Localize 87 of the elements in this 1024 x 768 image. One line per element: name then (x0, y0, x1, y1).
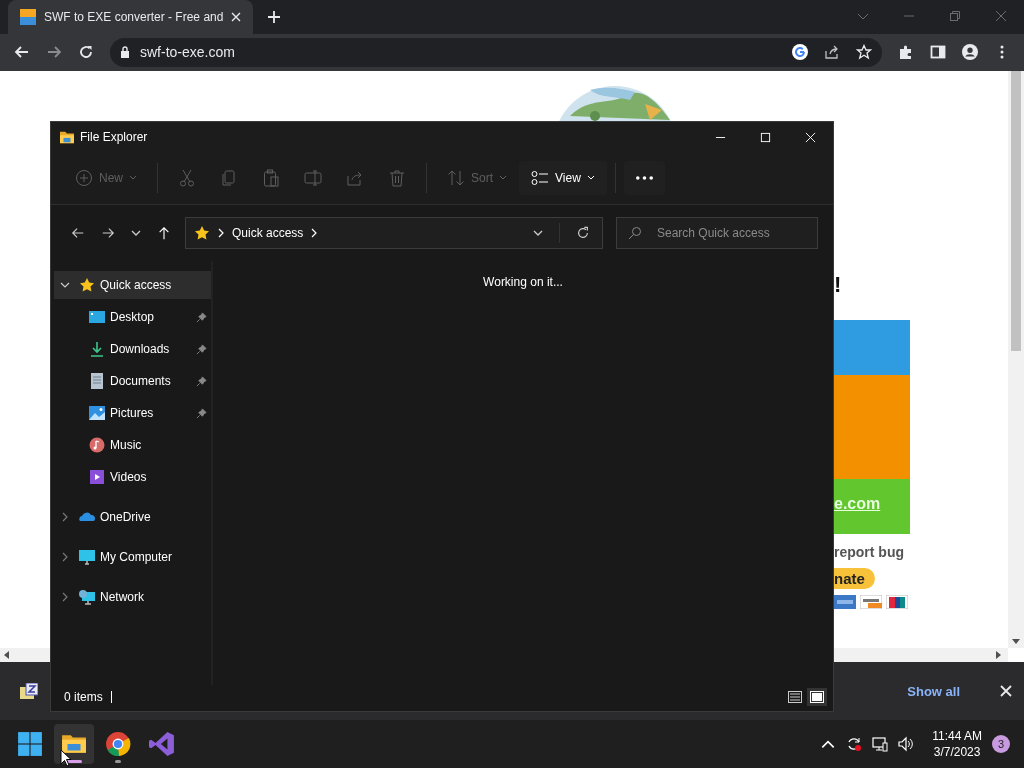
tree-item[interactable]: My Computer (54, 543, 211, 571)
folder-icon (59, 130, 75, 144)
card-icon (886, 594, 908, 609)
clock[interactable]: 11:44 AM 3/7/2023 (932, 728, 982, 761)
star-icon[interactable] (856, 44, 872, 61)
toolbar-button[interactable] (623, 161, 665, 195)
star-icon (194, 225, 210, 241)
tree-item[interactable]: Pictures (54, 399, 211, 427)
share-icon (346, 169, 364, 187)
tree-item[interactable]: Videos (54, 463, 211, 491)
image-icon (88, 405, 106, 421)
show-all-button[interactable]: Show all (907, 683, 960, 699)
tree-item[interactable]: Music (54, 431, 211, 459)
clock-date: 3/7/2023 (933, 744, 981, 761)
chevron-down-icon (586, 175, 595, 181)
favicon-icon (20, 9, 36, 25)
rename-icon (304, 169, 322, 187)
chevron-right-icon[interactable] (60, 592, 70, 602)
tree-item[interactable]: Network (54, 583, 211, 611)
plus-circle-icon (75, 169, 93, 187)
card-icon (860, 594, 882, 609)
lock-icon (120, 46, 130, 59)
breadcrumb[interactable]: Quick access (232, 226, 304, 240)
browser-tab[interactable]: SWF to EXE converter - Free and (8, 0, 254, 34)
tiles-icon (810, 691, 824, 703)
share-icon[interactable] (824, 44, 840, 61)
clock-time: 11:44 AM (932, 728, 982, 745)
copy-icon (220, 169, 238, 187)
search-icon (628, 226, 642, 240)
toolbar-button[interactable]: View (519, 161, 607, 195)
windows-icon (17, 731, 43, 758)
scrollbar[interactable] (834, 648, 1008, 663)
item-count: 0 items (64, 690, 103, 704)
search-field[interactable]: Search Quick access (616, 217, 818, 249)
details-icon (788, 691, 802, 703)
sync-icon[interactable] (846, 736, 863, 753)
tree-item[interactable]: Quick access (54, 271, 211, 299)
view-button[interactable] (785, 688, 805, 706)
music-icon (88, 437, 106, 453)
network-icon (78, 589, 96, 605)
view-button[interactable] (807, 688, 827, 706)
arrow-right-icon[interactable] (996, 651, 1001, 660)
cut-icon (178, 169, 196, 187)
chrome-icon (105, 731, 131, 758)
star-icon (78, 277, 96, 293)
more-icon (635, 176, 653, 180)
donate-button[interactable]: nate (834, 567, 875, 589)
notification-badge[interactable]: 3 (992, 735, 1010, 754)
monitor-icon (78, 549, 96, 565)
chevron-down-icon (499, 175, 508, 181)
download-icon (88, 341, 106, 357)
scrollbar[interactable] (1008, 70, 1024, 649)
chevron-right-icon[interactable] (60, 512, 70, 522)
card-icon (834, 594, 856, 609)
chevron-down-icon[interactable] (60, 280, 70, 290)
scrollbar[interactable] (0, 648, 50, 663)
tree-item[interactable]: Desktop (54, 303, 211, 331)
tree-item[interactable]: Documents (54, 367, 211, 395)
desktop-icon (88, 309, 106, 325)
loading-message: Working on it... (483, 275, 563, 291)
chevron-right-icon (218, 228, 224, 238)
report-bug-link[interactable]: report bug (834, 543, 924, 560)
address-bar[interactable]: Quick access (185, 217, 603, 249)
arrow-left-icon[interactable] (4, 651, 9, 660)
network-icon[interactable] (872, 736, 889, 753)
tree-item[interactable]: Downloads (54, 335, 211, 363)
document-icon (88, 373, 106, 389)
chevron-right-icon (311, 228, 318, 238)
address-bar[interactable]: swf-to-exe.com (110, 37, 882, 67)
studio-icon (149, 731, 175, 758)
tree-item[interactable]: OneDrive (54, 503, 211, 531)
chevron-down-icon (129, 175, 137, 181)
sort-icon (447, 169, 465, 187)
page-heading: ! (834, 270, 842, 299)
trash-icon (388, 169, 406, 187)
zip-file-icon[interactable] (20, 683, 38, 700)
clipboard-icon (262, 169, 280, 187)
window-title: File Explorer (80, 130, 148, 144)
video-icon (88, 469, 106, 485)
cursor-icon (60, 749, 72, 767)
google-icon[interactable] (792, 44, 808, 61)
list-view-icon (531, 169, 550, 187)
restore-icon[interactable] (949, 10, 961, 22)
arrow-down-icon[interactable] (1012, 639, 1020, 645)
chevron-right-icon[interactable] (60, 552, 70, 562)
plus-icon[interactable] (267, 10, 282, 24)
speaker-icon[interactable] (898, 736, 915, 753)
